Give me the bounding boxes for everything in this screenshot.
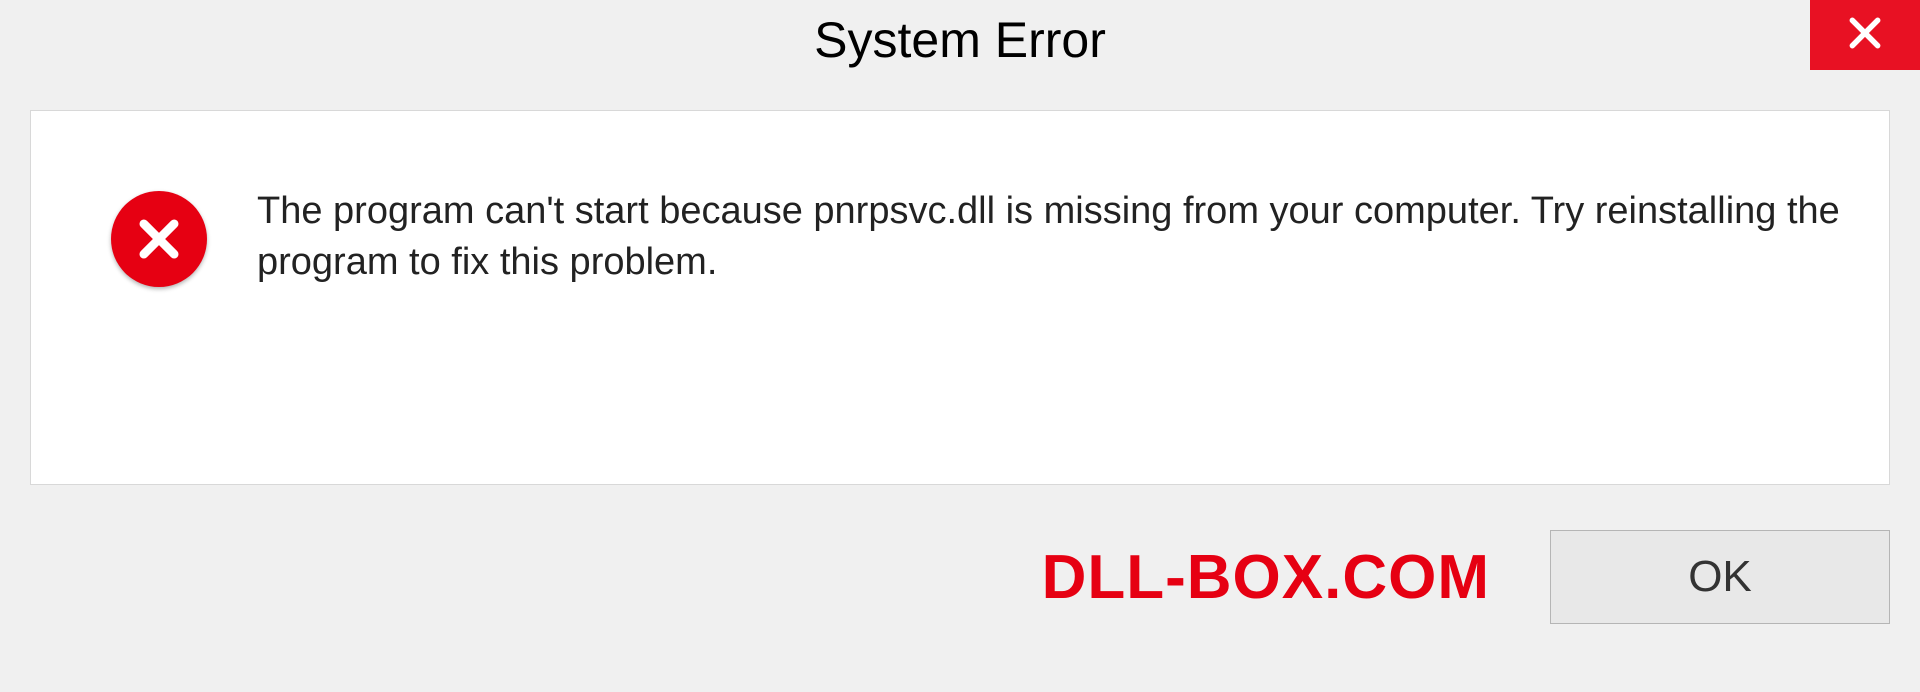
error-icon: [111, 191, 207, 287]
ok-button[interactable]: OK: [1550, 530, 1890, 624]
watermark-text: DLL-BOX.COM: [1042, 542, 1490, 613]
titlebar: System Error: [0, 0, 1920, 80]
close-button[interactable]: [1810, 0, 1920, 70]
content-panel: The program can't start because pnrpsvc.…: [30, 110, 1890, 485]
dialog-title: System Error: [814, 11, 1106, 69]
dialog-footer: DLL-BOX.COM OK: [30, 530, 1890, 624]
error-dialog: System Error The program can't start bec…: [0, 0, 1920, 692]
close-icon: [1846, 14, 1884, 57]
error-message: The program can't start because pnrpsvc.…: [257, 186, 1849, 289]
